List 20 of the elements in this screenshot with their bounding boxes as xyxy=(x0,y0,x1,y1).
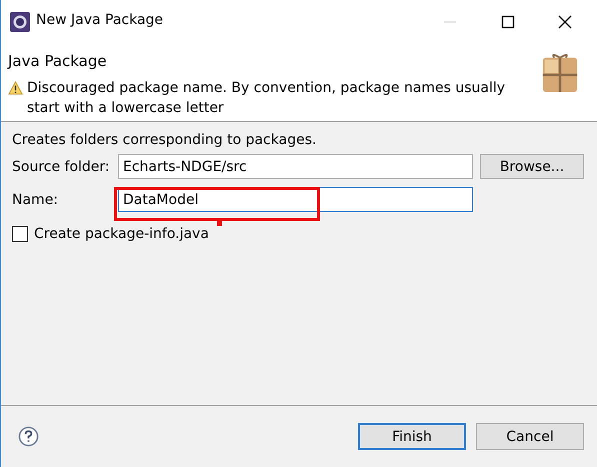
text-field[interactable]: Echarts-NDGE/src xyxy=(118,154,473,179)
browse-button[interactable]: Browse... xyxy=(480,154,584,179)
field-label: Source folder: xyxy=(12,158,111,174)
app-icon xyxy=(10,12,30,32)
help-icon[interactable] xyxy=(18,426,39,447)
annotation-mark xyxy=(217,218,222,226)
description-text: Creates folders corresponding to packages. xyxy=(12,132,318,148)
warning-icon xyxy=(8,81,23,95)
page-title: Java Package xyxy=(8,52,108,70)
field-label: Name: xyxy=(12,192,60,208)
checkbox-label: Create package-info.java xyxy=(34,226,209,242)
cancel-button[interactable]: Cancel xyxy=(476,423,584,450)
finish-button[interactable]: Finish xyxy=(358,423,466,450)
window-title: New Java Package xyxy=(36,12,164,28)
package-icon xyxy=(541,51,579,95)
close-icon[interactable] xyxy=(558,15,572,29)
checkbox[interactable] xyxy=(12,226,28,242)
warning-message: Discouraged package name. By convention, package names usually start with a lowercase letter xyxy=(27,79,506,118)
text-field[interactable]: DataModel xyxy=(118,187,473,212)
maximize-icon[interactable] xyxy=(501,15,515,29)
